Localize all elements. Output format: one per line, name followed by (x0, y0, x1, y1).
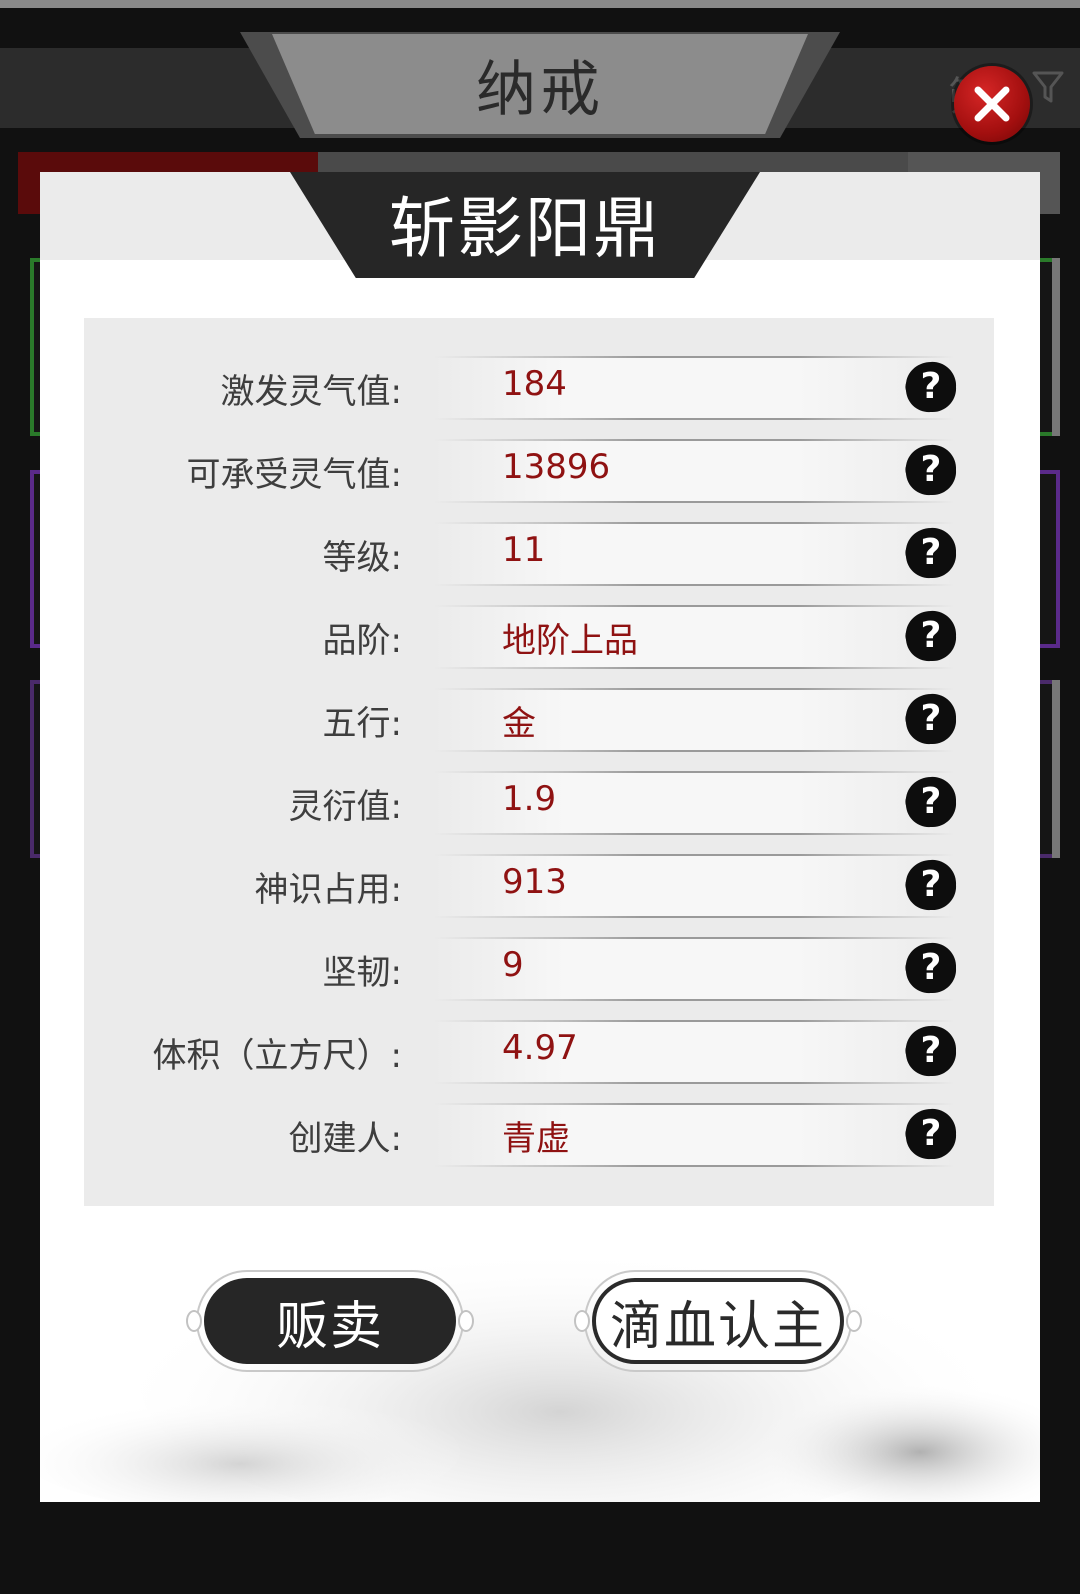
stat-value: 184 (502, 364, 567, 404)
stat-value: 地阶上品 (502, 621, 638, 661)
stat-row: 等级: 11? (84, 512, 994, 596)
stat-row: 坚韧: 9? (84, 927, 994, 1011)
stat-value: 13896 (502, 447, 611, 487)
stat-row: 体积（立方尺）: 4.97? (84, 1010, 994, 1094)
stat-label: 激发灵气值: (220, 372, 402, 412)
stat-label: 可承受灵气值: (186, 455, 402, 495)
blood-bind-button-label: 滴血认主 (592, 1278, 844, 1364)
svg-text:?: ? (921, 698, 942, 739)
stat-value: 青虚 (502, 1119, 570, 1159)
stat-label: 体积（立方尺）: (152, 1036, 402, 1076)
question-mark-icon[interactable]: ? (904, 526, 958, 580)
question-mark-icon[interactable]: ? (904, 360, 958, 414)
stat-label: 灵衍值: (288, 787, 402, 827)
stat-label: 五行: (322, 704, 402, 744)
question-mark-icon[interactable]: ? (904, 1107, 958, 1161)
stat-label: 品阶: (322, 621, 402, 661)
svg-text:?: ? (921, 366, 942, 407)
stat-value: 4.97 (502, 1028, 578, 1068)
stat-label: 坚韧: (322, 953, 402, 993)
stat-row: 灵衍值: 1.9? (84, 761, 994, 845)
question-mark-icon[interactable]: ? (904, 692, 958, 746)
background-page-title: 纳戒 (272, 34, 808, 134)
svg-text:?: ? (921, 1113, 942, 1154)
question-mark-icon[interactable]: ? (904, 941, 958, 995)
dialog-title: 斩影阳鼎 (389, 190, 661, 267)
filter-icon (1032, 71, 1064, 103)
stat-row: 品阶: 地阶上品? (84, 595, 994, 679)
item-detail-dialog: 斩影阳鼎 激发灵气值: 184? 可承受灵气值: 13896? 等级: 11? 品阶: 地阶上… (40, 172, 1040, 1502)
stat-row: 五行: 金? (84, 678, 994, 762)
stat-value: 913 (502, 862, 567, 902)
question-mark-icon[interactable]: ? (904, 1024, 958, 1078)
stat-row: 可承受灵气值: 13896? (84, 429, 994, 513)
svg-text:?: ? (921, 781, 942, 822)
svg-text:?: ? (921, 615, 942, 656)
blood-bind-button[interactable]: 滴血认主 (570, 1270, 866, 1372)
svg-text:?: ? (921, 864, 942, 905)
stat-value: 11 (502, 530, 546, 570)
stat-value: 9 (502, 945, 524, 985)
stat-value: 1.9 (502, 779, 557, 819)
sell-button-label: 贩卖 (204, 1278, 456, 1364)
question-mark-icon[interactable]: ? (904, 775, 958, 829)
question-mark-icon[interactable]: ? (904, 609, 958, 663)
stat-label: 等级: (322, 538, 402, 578)
question-mark-icon[interactable]: ? (904, 858, 958, 912)
svg-text:?: ? (921, 449, 942, 490)
sell-button[interactable]: 贩卖 (182, 1270, 478, 1372)
stat-row: 创建人: 青虚? (84, 1093, 994, 1177)
dialog-title-tab: 斩影阳鼎 (290, 172, 760, 278)
stat-row: 神识占用: 913? (84, 844, 994, 928)
question-mark-icon[interactable]: ? (904, 443, 958, 497)
status-strip (0, 0, 1080, 8)
svg-text:?: ? (921, 532, 942, 573)
stat-label: 创建人: (288, 1119, 402, 1159)
stat-row: 激发灵气值: 184? (84, 346, 994, 430)
stat-label: 神识占用: (254, 870, 402, 910)
close-button[interactable] (954, 66, 1030, 142)
stat-value: 金 (502, 704, 536, 744)
close-icon (974, 86, 1010, 122)
svg-text:?: ? (921, 1030, 942, 1071)
svg-text:?: ? (921, 947, 942, 988)
item-stats-panel: 激发灵气值: 184? 可承受灵气值: 13896? 等级: 11? 品阶: 地阶上品? 五行:… (84, 318, 994, 1206)
